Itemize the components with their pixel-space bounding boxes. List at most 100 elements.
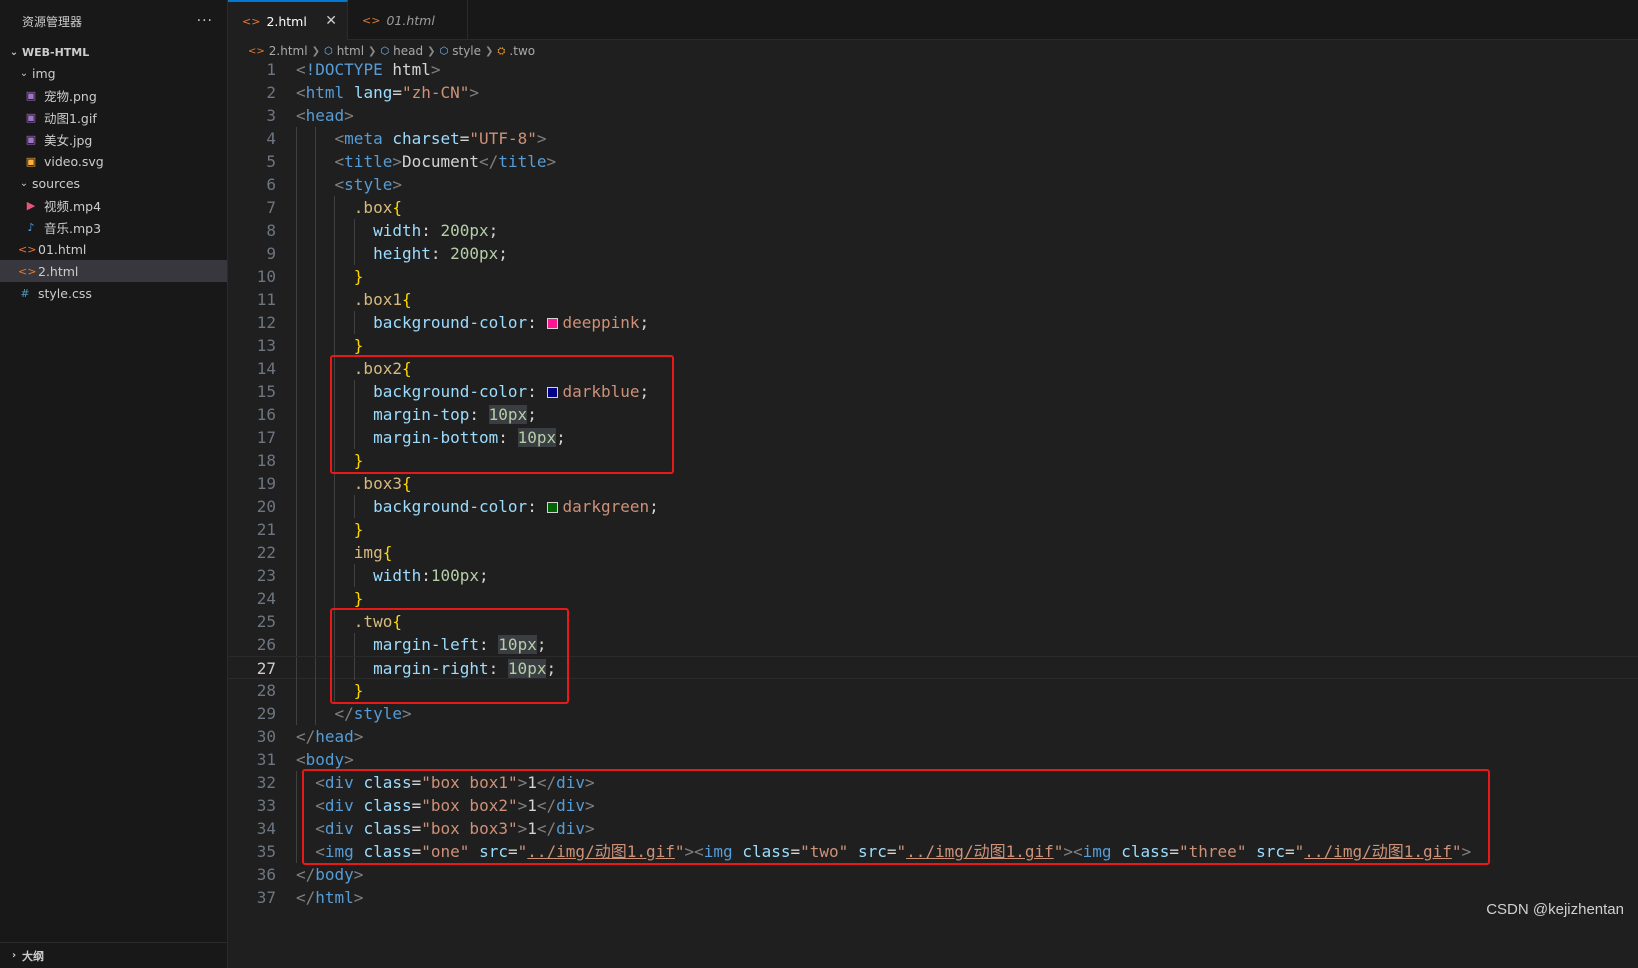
code-line[interactable]: 22 img{ [228,541,1638,564]
code-line[interactable]: 27 margin-right: 10px; [228,656,1638,680]
tree-folder[interactable]: ⌄ sources [0,172,227,194]
code-token: </ [334,704,354,723]
code-line[interactable]: 14 .box2{ [228,357,1638,380]
code-token: : [469,405,489,424]
tree-file[interactable]: # style.css [0,282,227,304]
tree-file[interactable]: ♪ 音乐.mp3 [0,216,227,238]
code-line[interactable]: 32 <div class="box box1">1</div> [228,771,1638,794]
code-line[interactable]: 4 <meta charset="UTF-8"> [228,127,1638,150]
code-line[interactable]: 20 background-color: darkgreen; [228,495,1638,518]
color-swatch[interactable] [547,318,559,329]
breadcrumb-style[interactable]: ⬡ style [440,44,482,58]
indent-guide [296,219,297,242]
indent-guide [296,288,297,311]
code-editor[interactable]: 1 <!DOCTYPE html> 2 <html lang="zh-CN"> 3 <he… [228,58,1638,968]
code-line[interactable]: 9 height: 200px; [228,242,1638,265]
tab-01-html[interactable]: <> 01.html [348,0,468,40]
code-line[interactable]: 28 } [228,679,1638,702]
code-token: ; [639,382,650,401]
code-line[interactable]: 33 <div class="box box2">1</div> [228,794,1638,817]
code-line[interactable]: 26 margin-left: 10px; [228,633,1638,656]
code-line[interactable]: 11 .box1{ [228,288,1638,311]
code-line[interactable]: 31 <body> [228,748,1638,771]
code-token: = [411,773,422,792]
project-folder-header[interactable]: ⌄ WEB-HTML [0,42,227,62]
code-token: } [353,520,364,539]
code-line[interactable]: 13 } [228,334,1638,357]
code-token: charset [392,129,460,148]
breadcrumb-file[interactable]: <> 2.html [248,44,308,58]
close-icon[interactable]: ✕ [325,13,337,29]
code-line[interactable]: 25 .two{ [228,610,1638,633]
line-number: 4 [266,129,276,148]
line-number: 23 [256,566,276,585]
tree-file[interactable]: ▣ 美女.jpg [0,128,227,150]
line-content: .two{ [296,610,402,633]
code-token: html [392,60,431,79]
indent-guide [296,472,297,495]
code-token: < [296,106,306,125]
tree-file[interactable]: <> 2.html [0,260,227,282]
code-line[interactable]: 29 </style> [228,702,1638,725]
code-line[interactable]: 2 <html lang="zh-CN"> [228,81,1638,104]
code-line[interactable]: 30 </head> [228,725,1638,748]
line-number: 12 [256,313,276,332]
code-token: >< [1063,842,1083,861]
code-line[interactable]: 24 } [228,587,1638,610]
code-line[interactable]: 23 width:100px; [228,564,1638,587]
code-line[interactable]: 34 <div class="box box3">1</div> [228,817,1638,840]
breadcrumb-head[interactable]: ⬡ head [380,44,423,58]
code-token: > [430,60,441,79]
tab-label: 01.html [386,12,435,28]
breadcrumb-selector[interactable]: ⛭ .two [497,44,535,58]
tree-file[interactable]: ▣ 动图1.gif [0,106,227,128]
code-line[interactable]: 37 </html> [228,886,1638,909]
code-line[interactable]: 6 <style> [228,173,1638,196]
chevron-right-icon: › [11,950,17,961]
code-line[interactable]: 18 } [228,449,1638,472]
tree-file[interactable]: ▶ 视频.mp4 [0,194,227,216]
code-token: > [546,152,557,171]
code-token: div [556,773,586,792]
watermark: CSDN @kejizhentan [1486,901,1624,918]
tree-file[interactable]: ▣ video.svg [0,150,227,172]
code-token: { [401,359,412,378]
code-line[interactable]: 17 margin-bottom: 10px; [228,426,1638,449]
code-line[interactable]: 3 <head> [228,104,1638,127]
code-line[interactable]: 7 .box{ [228,196,1638,219]
code-line[interactable]: 36 </body> [228,863,1638,886]
line-content: </html> [296,886,363,909]
html-file-icon: <> [248,45,265,57]
code-line[interactable]: 1 <!DOCTYPE html> [228,58,1638,81]
code-line[interactable]: 35 <img class="one" src="../img/动图1.gif"… [228,840,1638,863]
code-line[interactable]: 10 } [228,265,1638,288]
indent-guide [315,127,317,150]
code-token: 200px [440,221,489,240]
code-line[interactable]: 16 margin-top: 10px; [228,403,1638,426]
code-token: darkgreen [562,497,650,516]
indent-guide [353,380,355,403]
tree-folder[interactable]: ⌄ img [0,62,227,84]
color-swatch[interactable] [547,502,559,513]
indent-guide [334,657,336,680]
tree-file[interactable]: <> 01.html [0,238,227,260]
code-line[interactable]: 8 width: 200px; [228,219,1638,242]
indent-guide [296,564,297,587]
code-line[interactable]: 19 .box3{ [228,472,1638,495]
color-swatch[interactable] [547,387,559,398]
code-line[interactable]: 12 background-color: deeppink; [228,311,1638,334]
tree-file[interactable]: ▣ 宠物.png [0,84,227,106]
outline-section-header[interactable]: › 大纲 [0,942,227,968]
more-actions-button[interactable]: ··· [197,13,213,29]
code-token: = [790,842,801,861]
code-line[interactable]: 21 } [228,518,1638,541]
code-line[interactable]: 15 background-color: darkblue; [228,380,1638,403]
code-line[interactable]: 5 <title>Document</title> [228,150,1638,173]
breadcrumb-html[interactable]: ⬡ html [324,44,364,58]
tab-2-html[interactable]: <> 2.html ✕ [228,0,348,40]
indent-guide [353,219,355,242]
code-token: < [315,796,325,815]
